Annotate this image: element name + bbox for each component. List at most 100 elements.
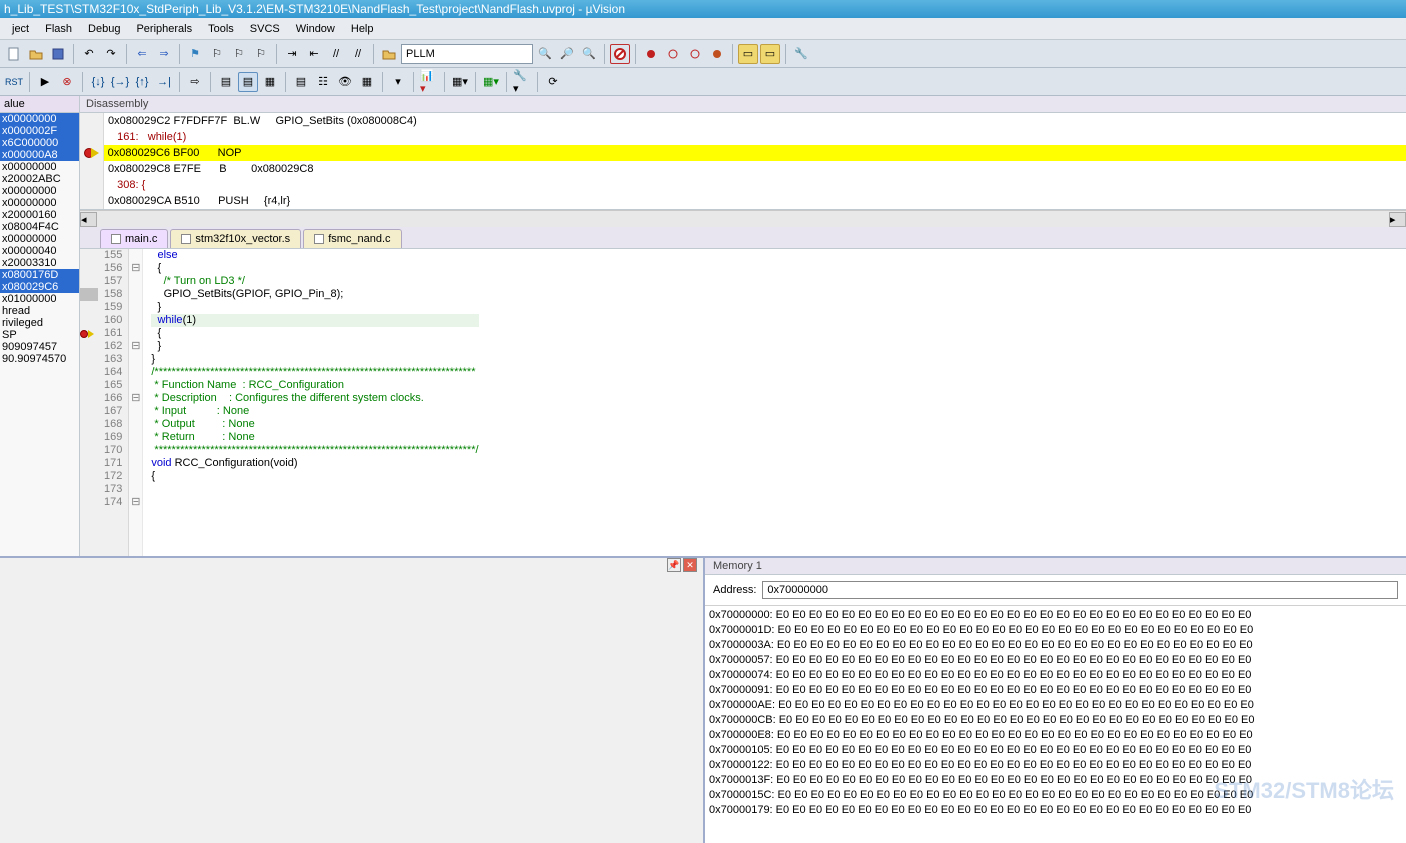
record-icon[interactable] [641, 44, 661, 64]
find-icon[interactable]: 🔍 [535, 44, 555, 64]
disasm-row[interactable]: 161: while(1) [80, 129, 1406, 145]
menu-debug[interactable]: Debug [80, 20, 128, 38]
window-icon[interactable]: ▭ [738, 44, 758, 64]
reset-icon[interactable]: RST [4, 72, 24, 92]
disasm-row[interactable]: 0x080029CA B510 PUSH {r4,lr} [80, 193, 1406, 209]
show-next-icon[interactable]: ⇨ [185, 72, 205, 92]
analysis-icon[interactable]: 📊▾ [419, 72, 439, 92]
disasm-row[interactable]: 308: { [80, 177, 1406, 193]
register-row[interactable]: x6C000000 [0, 137, 79, 149]
disasm-row[interactable]: 0x080029C6 BF00 NOP [80, 145, 1406, 161]
symbols-icon[interactable]: ▦ [260, 72, 280, 92]
serial-icon[interactable]: ▾ [388, 72, 408, 92]
window2-icon[interactable]: ▭ [760, 44, 780, 64]
tools-icon[interactable]: 🔧▾ [512, 72, 532, 92]
disassembly-title: Disassembly [80, 96, 1406, 113]
register-row[interactable]: x0800176D [0, 269, 79, 281]
new-file-icon[interactable] [4, 44, 24, 64]
incremental-find-icon[interactable]: 🔍 [579, 44, 599, 64]
register-row[interactable]: x00000000 [0, 233, 79, 245]
register-row[interactable]: x08004F4C [0, 221, 79, 233]
nav-fwd-icon[interactable]: ⇒ [154, 44, 174, 64]
config-icon[interactable]: 🔧 [791, 44, 811, 64]
undo-icon[interactable]: ↶ [79, 44, 99, 64]
outdent-icon[interactable]: ⇤ [304, 44, 324, 64]
memory-row: 0x70000074: E0 E0 E0 E0 E0 E0 E0 E0 E0 E… [709, 668, 1402, 683]
redo-icon[interactable]: ↷ [101, 44, 121, 64]
register-row[interactable]: x000000A8 [0, 149, 79, 161]
register-row[interactable]: x00000000 [0, 113, 79, 125]
disasm-window-icon[interactable]: ▤ [238, 72, 258, 92]
tab-fsmc_nand-c[interactable]: fsmc_nand.c [303, 229, 401, 248]
disassembly-view[interactable]: 0x080029C2 F7FDFF7F BL.W GPIO_SetBits (0… [80, 113, 1406, 210]
menu-ject[interactable]: ject [4, 20, 37, 38]
register-row[interactable]: hread [0, 305, 79, 317]
callstack-icon[interactable]: ☷ [313, 72, 333, 92]
memory-icon[interactable]: ▦ [357, 72, 377, 92]
tab-main-c[interactable]: main.c [100, 229, 168, 248]
address-input[interactable] [762, 581, 1398, 599]
memory-row: 0x700000AE: E0 E0 E0 E0 E0 E0 E0 E0 E0 E… [709, 698, 1402, 713]
menu-peripherals[interactable]: Peripherals [128, 20, 200, 38]
register-row[interactable]: x01000000 [0, 293, 79, 305]
update-icon[interactable]: ⟳ [543, 72, 563, 92]
open-icon[interactable] [26, 44, 46, 64]
bookmark-icon[interactable]: ⚑ [185, 44, 205, 64]
save-icon[interactable] [48, 44, 68, 64]
step-in-icon[interactable]: {↓} [88, 72, 108, 92]
menu-flash[interactable]: Flash [37, 20, 80, 38]
register-row[interactable]: SP [0, 329, 79, 341]
breakpoint-disable-icon[interactable] [663, 44, 683, 64]
close-icon[interactable]: ✕ [683, 558, 697, 572]
pin-icon[interactable]: 📌 [667, 558, 681, 572]
step-out-icon[interactable]: {↑} [132, 72, 152, 92]
register-row[interactable]: x00000000 [0, 161, 79, 173]
run-icon[interactable]: ▶ [35, 72, 55, 92]
disasm-row[interactable]: 0x080029C8 E7FE B 0x080029C8 [80, 161, 1406, 177]
memory-row: 0x70000000: E0 E0 E0 E0 E0 E0 E0 E0 E0 E… [709, 608, 1402, 623]
disasm-hscroll[interactable]: ◂▸ [80, 210, 1406, 227]
debug-stop-icon[interactable] [610, 44, 630, 64]
breakpoint-kill-icon[interactable] [707, 44, 727, 64]
find-next-icon[interactable]: 🔎 [557, 44, 577, 64]
register-row[interactable]: x20002ABC [0, 173, 79, 185]
memory-dump[interactable]: 0x70000000: E0 E0 E0 E0 E0 E0 E0 E0 E0 E… [705, 606, 1406, 820]
register-row[interactable]: x20003310 [0, 257, 79, 269]
nav-back-icon[interactable]: ⇐ [132, 44, 152, 64]
bookmark-clear-icon[interactable]: ⚐ [251, 44, 271, 64]
find-combo[interactable] [401, 44, 533, 64]
register-row[interactable]: 90.90974570 [0, 353, 79, 365]
disasm-row[interactable]: 0x080029C2 F7FDFF7F BL.W GPIO_SetBits (0… [80, 113, 1406, 129]
comment-icon[interactable]: // [326, 44, 346, 64]
tab-stm32f10x_vector-s[interactable]: stm32f10x_vector.s [170, 229, 301, 248]
memory-title: Memory 1 [705, 558, 1406, 575]
folder-icon[interactable] [379, 44, 399, 64]
run-to-cursor-icon[interactable]: →| [154, 72, 174, 92]
register-row[interactable]: x20000160 [0, 209, 79, 221]
register-row[interactable]: x00000000 [0, 185, 79, 197]
registers-icon[interactable]: ▤ [291, 72, 311, 92]
menu-tools[interactable]: Tools [200, 20, 242, 38]
trace-icon[interactable]: ▦▾ [450, 72, 470, 92]
bookmark-prev-icon[interactable]: ⚐ [207, 44, 227, 64]
register-row[interactable]: rivileged [0, 317, 79, 329]
bookmark-next-icon[interactable]: ⚐ [229, 44, 249, 64]
register-row[interactable]: x00000000 [0, 197, 79, 209]
indent-icon[interactable]: ⇥ [282, 44, 302, 64]
menu-help[interactable]: Help [343, 20, 382, 38]
stop-icon[interactable]: ⊗ [57, 72, 77, 92]
menu-window[interactable]: Window [288, 20, 343, 38]
register-row[interactable]: x00000040 [0, 245, 79, 257]
register-row[interactable]: x080029C6 [0, 281, 79, 293]
cmd-window-icon[interactable]: ▤ [216, 72, 236, 92]
menu-svcs[interactable]: SVCS [242, 20, 288, 38]
watch-icon[interactable]: 👁 [335, 72, 355, 92]
step-over-icon[interactable]: {→} [110, 72, 130, 92]
memory-row: 0x70000179: E0 E0 E0 E0 E0 E0 E0 E0 E0 E… [709, 803, 1402, 818]
register-row[interactable]: x0000002F [0, 125, 79, 137]
uncomment-icon[interactable]: // [348, 44, 368, 64]
breakpoint-enable-icon[interactable] [685, 44, 705, 64]
system-icon[interactable]: ▦▾ [481, 72, 501, 92]
output-panel: 📌 ✕ [0, 558, 705, 843]
register-row[interactable]: 909097457 [0, 341, 79, 353]
